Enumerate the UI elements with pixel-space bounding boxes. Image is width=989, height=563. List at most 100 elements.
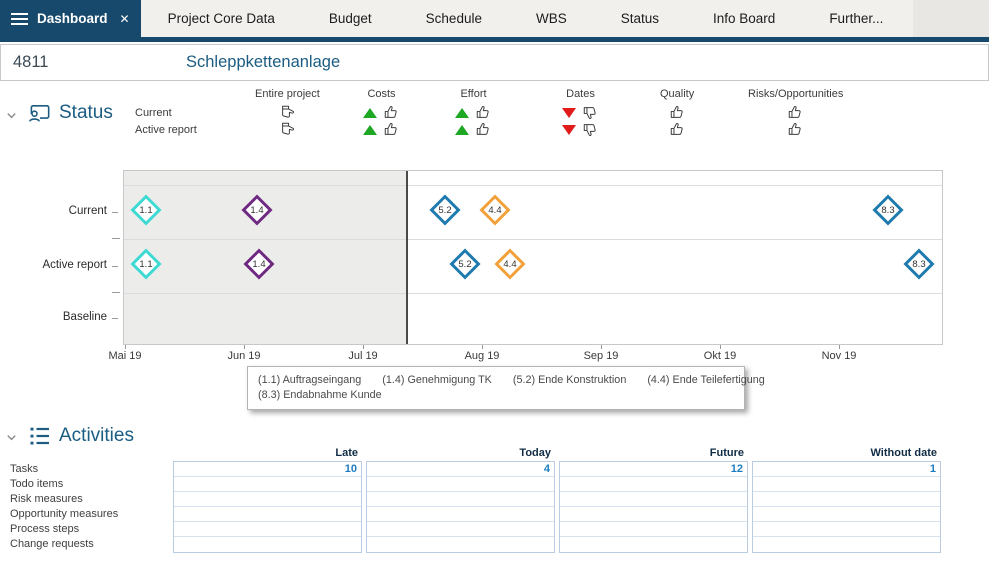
activity-count-cell[interactable] bbox=[174, 477, 361, 492]
activity-count-cell[interactable] bbox=[367, 522, 554, 537]
chevron-down-icon[interactable] bbox=[5, 431, 18, 444]
milestone-id-label: 1.4 bbox=[249, 202, 265, 218]
dashboard-window: Dashboard ✕ Project Core DataBudgetSched… bbox=[0, 0, 989, 563]
activity-count-cell[interactable]: 12 bbox=[560, 462, 747, 477]
activity-count-cell[interactable] bbox=[753, 537, 940, 552]
milestone-id-label: 1.1 bbox=[138, 202, 154, 218]
tab-info-board[interactable]: Info Board bbox=[686, 0, 802, 37]
legend-row: (1.1) Auftragseingang(1.4) Genehmigung T… bbox=[258, 373, 734, 388]
thumb-up-icon bbox=[787, 121, 804, 138]
tab-wbs[interactable]: WBS bbox=[509, 0, 594, 37]
activity-count-cell[interactable] bbox=[174, 492, 361, 507]
status-icons-current bbox=[455, 104, 492, 121]
activities-row-label-opportunity-measures: Opportunity measures bbox=[10, 507, 165, 522]
activity-count-cell[interactable]: 1 bbox=[753, 462, 940, 477]
row-label-tick bbox=[112, 318, 118, 319]
milestone-id-label: 5.2 bbox=[457, 256, 473, 272]
tab-label: Further... bbox=[829, 11, 883, 26]
tab-label: Info Board bbox=[713, 11, 775, 26]
tab-schedule[interactable]: Schedule bbox=[399, 0, 509, 37]
trend-up-icon bbox=[363, 108, 377, 118]
menu-icon[interactable] bbox=[11, 10, 28, 28]
thumb-up-icon bbox=[475, 104, 492, 121]
status-icons-current bbox=[562, 104, 599, 121]
activities-column-header-late: Late bbox=[173, 447, 362, 459]
status-column-header: Quality bbox=[660, 88, 694, 102]
status-row-label-active-report: Active report bbox=[135, 124, 197, 136]
tab-label: Status bbox=[621, 11, 659, 26]
month-tick bbox=[244, 345, 245, 349]
activity-count-cell[interactable] bbox=[560, 477, 747, 492]
status-column-entire-project: Entire project bbox=[255, 88, 320, 138]
milestone-8.3-active-report[interactable]: 8.3 bbox=[903, 248, 934, 279]
milestone-4.4-current[interactable]: 4.4 bbox=[479, 194, 510, 225]
milestone-5.2-active-report[interactable]: 5.2 bbox=[449, 248, 480, 279]
chevron-down-icon[interactable] bbox=[5, 109, 18, 122]
activities-row-label-risk-measures: Risk measures bbox=[10, 492, 165, 507]
status-row-label-current: Current bbox=[135, 107, 172, 119]
activity-count-cell[interactable] bbox=[560, 522, 747, 537]
activities-column-today: 4 bbox=[366, 461, 555, 553]
activities-column-without-date: 1 bbox=[752, 461, 941, 553]
status-icons-active-report bbox=[455, 121, 492, 138]
thumb-up-icon bbox=[475, 121, 492, 138]
legend-item: (4.4) Ende Teilefertigung bbox=[647, 374, 764, 386]
activities-column-header-today: Today bbox=[366, 447, 555, 459]
thumb-up-icon bbox=[383, 104, 400, 121]
month-label: Mai 19 bbox=[108, 350, 141, 362]
activities-column-late: 10 bbox=[173, 461, 362, 553]
tab-further[interactable]: Further... bbox=[802, 0, 910, 37]
trend-down-icon bbox=[562, 108, 576, 118]
tab-project-core-data[interactable]: Project Core Data bbox=[141, 0, 302, 37]
activity-count-cell[interactable] bbox=[174, 507, 361, 522]
activity-count-cell[interactable] bbox=[367, 477, 554, 492]
legend-item: (1.1) Auftragseingang bbox=[258, 374, 361, 386]
tab-status[interactable]: Status bbox=[594, 0, 686, 37]
trend-up-icon bbox=[455, 125, 469, 135]
row-boundary-tick bbox=[112, 238, 120, 239]
activity-count-cell[interactable] bbox=[560, 492, 747, 507]
activity-count-cell[interactable] bbox=[560, 507, 747, 522]
project-header: 4811 Schleppkettenanlage bbox=[0, 44, 989, 81]
activity-count-cell[interactable] bbox=[753, 522, 940, 537]
tab-label: WBS bbox=[536, 11, 567, 26]
activities-column-header-without-date: Without date bbox=[752, 447, 941, 459]
activity-count-cell[interactable] bbox=[753, 477, 940, 492]
activity-count-cell[interactable] bbox=[753, 492, 940, 507]
project-id: 4811 bbox=[13, 53, 48, 72]
milestone-4.4-active-report[interactable]: 4.4 bbox=[494, 248, 525, 279]
status-column-costs: Costs bbox=[363, 88, 400, 138]
milestone-id-label: 4.4 bbox=[502, 256, 518, 272]
trend-down-icon bbox=[562, 125, 576, 135]
activity-count-cell[interactable] bbox=[753, 507, 940, 522]
month-label: Nov 19 bbox=[822, 350, 857, 362]
status-column-header: Risks/Opportunities bbox=[748, 88, 843, 102]
tab-dashboard[interactable]: Dashboard ✕ bbox=[0, 0, 141, 37]
activities-row-label-process-steps: Process steps bbox=[10, 522, 165, 537]
status-column-header: Effort bbox=[460, 88, 486, 102]
month-label: Jun 19 bbox=[227, 350, 260, 362]
activities-row-label-todo-items: Todo items bbox=[10, 477, 165, 492]
activity-count-cell[interactable] bbox=[367, 507, 554, 522]
activity-count-cell[interactable]: 10 bbox=[174, 462, 361, 477]
milestone-8.3-current[interactable]: 8.3 bbox=[872, 194, 903, 225]
tab-budget[interactable]: Budget bbox=[302, 0, 399, 37]
activity-count-cell[interactable] bbox=[174, 537, 361, 552]
activities-list-icon bbox=[28, 424, 52, 448]
activity-count-cell[interactable] bbox=[367, 537, 554, 552]
status-column-effort: Effort bbox=[455, 88, 492, 138]
status-icons-active-report bbox=[669, 121, 686, 138]
tab-label: Dashboard bbox=[37, 11, 108, 26]
activities-row-label-tasks: Tasks bbox=[10, 462, 165, 477]
activity-count-cell[interactable] bbox=[560, 537, 747, 552]
activity-count-cell[interactable] bbox=[367, 492, 554, 507]
close-tab-icon[interactable]: ✕ bbox=[120, 12, 130, 26]
row-label-tick bbox=[112, 266, 118, 267]
month-label: Jul 19 bbox=[348, 350, 377, 362]
activity-count-cell[interactable] bbox=[174, 522, 361, 537]
milestone-5.2-current[interactable]: 5.2 bbox=[429, 194, 460, 225]
status-icons-current bbox=[787, 104, 804, 121]
status-icons-current bbox=[279, 104, 296, 121]
milestone-id-label: 1.1 bbox=[138, 256, 154, 272]
activity-count-cell[interactable]: 4 bbox=[367, 462, 554, 477]
